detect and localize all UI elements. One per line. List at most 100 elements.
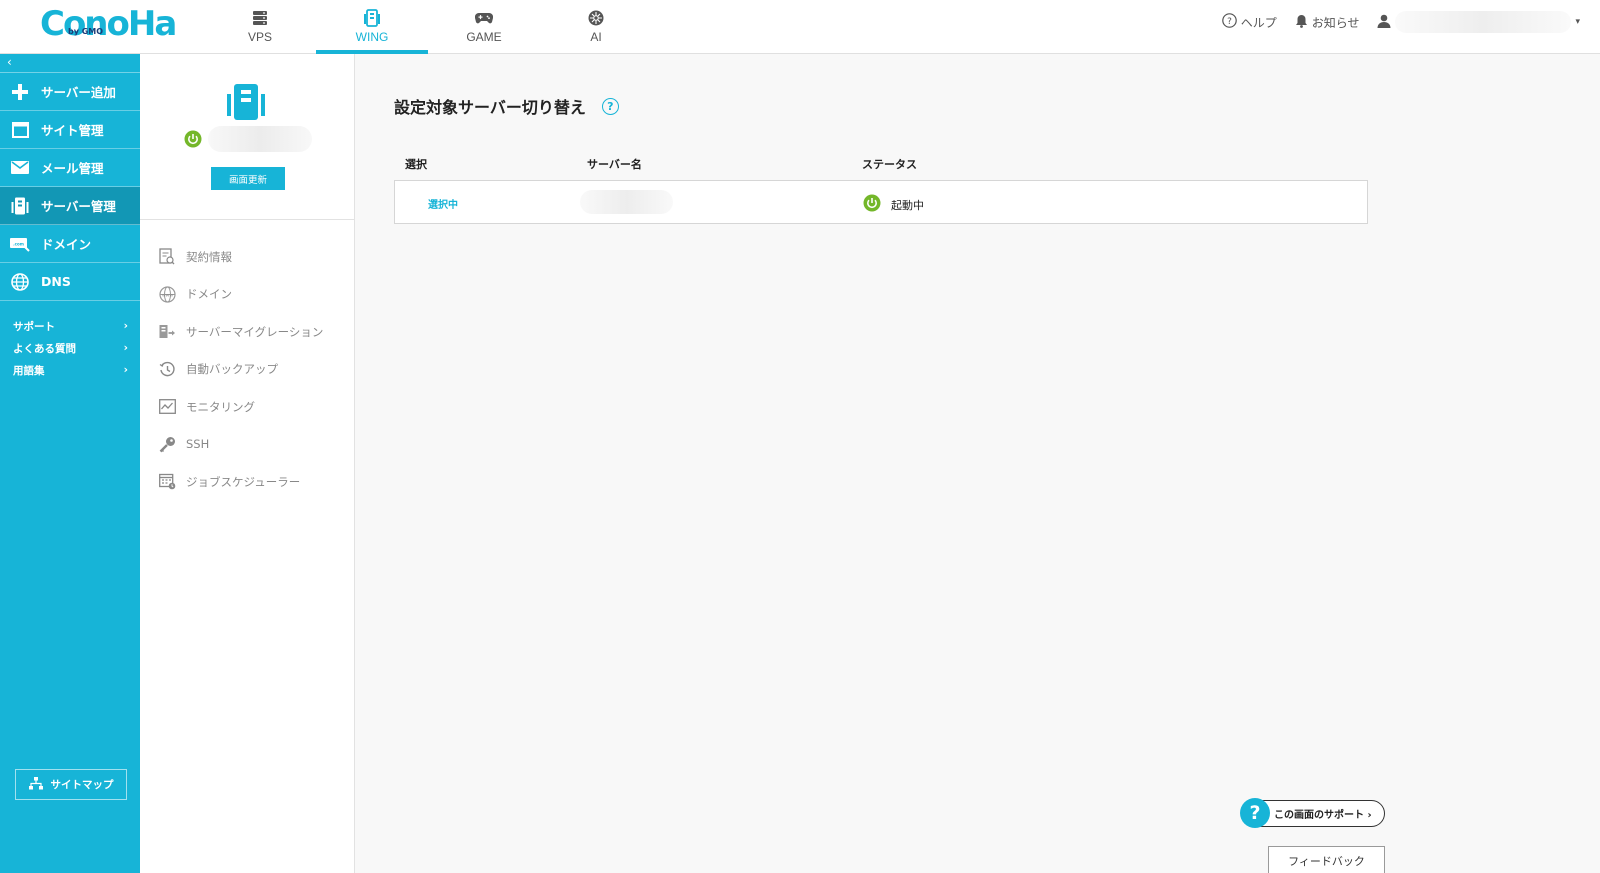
table-header: 選択 サーバー名 ステータス [394, 152, 1368, 174]
server-icon [10, 196, 30, 216]
window-icon [10, 120, 30, 140]
submenu-job-scheduler[interactable]: ジョブスケジューラー [140, 463, 354, 501]
ai-chip-icon [587, 10, 605, 26]
plus-icon [10, 82, 30, 102]
sidebar-link-label: よくある質問 [13, 342, 76, 355]
submenu-label: モニタリング [186, 399, 255, 414]
nav-vps[interactable]: VPS [204, 0, 316, 54]
column-header-server-name: サーバー名 [587, 158, 642, 171]
nav-wing-label: WING [355, 30, 389, 44]
support-question-icon[interactable]: ? [1240, 798, 1270, 828]
sitemap-label: サイトマップ [50, 779, 114, 791]
sidebar-item-dns[interactable]: DNS [0, 263, 140, 301]
sidebar-link-glossary[interactable]: 用語集 › [0, 359, 140, 381]
sitemap-button[interactable]: サイトマップ [15, 769, 127, 800]
page-title: 設定対象サーバー切り替え [394, 98, 586, 117]
submenu-label: ドメイン [186, 287, 232, 302]
nav-game-label: GAME [466, 30, 502, 44]
svg-text:www: www [161, 293, 172, 298]
power-on-icon [184, 130, 202, 152]
www-icon: www [158, 285, 176, 303]
server-stack-icon [251, 10, 269, 26]
sidebar-item-label: サイト管理 [41, 123, 104, 138]
backup-clock-icon [158, 360, 176, 378]
chevron-right-icon: › [123, 320, 128, 332]
monitoring-icon [158, 398, 176, 416]
main-content: 設定対象サーバー切り替え ? 選択 サーバー名 ステータス 選択中 起動中 [356, 54, 1600, 873]
table-row[interactable]: 選択中 起動中 [394, 180, 1368, 224]
sidebar-item-add-server[interactable]: サーバー追加 [0, 73, 140, 111]
main-sidebar: ‹ サーバー追加 サイト管理 メール管理 サーバー管理 .com ドメイン DN… [0, 54, 140, 873]
bell-icon [1295, 14, 1308, 31]
sidebar-item-domain[interactable]: .com ドメイン [0, 225, 140, 263]
wing-server-icon [363, 9, 381, 27]
submenu-label: サーバーマイグレーション [186, 324, 324, 339]
column-header-select: 選択 [405, 158, 427, 171]
help-circle-icon: ? [1221, 13, 1237, 31]
submenu-ssh[interactable]: SSH [140, 426, 354, 464]
globe-icon [10, 272, 30, 292]
sidebar-item-label: サーバー追加 [41, 85, 116, 100]
sitemap-icon [28, 776, 43, 793]
sidebar-item-mail-management[interactable]: メール管理 [0, 149, 140, 187]
power-on-icon [863, 194, 881, 215]
nav-wing[interactable]: WING [316, 0, 428, 54]
submenu-label: 契約情報 [186, 249, 232, 264]
refresh-screen-button[interactable]: 画面更新 [211, 167, 285, 190]
scheduler-icon [158, 473, 176, 491]
top-header: ConoHa by GMO VPS WING GAME AI ? ヘルプ お知ら… [0, 0, 1600, 54]
mail-icon [10, 158, 30, 178]
question-help-icon[interactable]: ? [601, 97, 619, 115]
server-name-redacted [580, 190, 673, 214]
submenu-label: 自動バックアップ [186, 362, 278, 377]
status-text: 起動中 [891, 198, 924, 212]
gamepad-icon [475, 10, 493, 26]
user-name-redacted [1395, 11, 1572, 33]
sidebar-item-label: ドメイン [41, 237, 92, 252]
sidebar-item-server-management[interactable]: サーバー管理 [0, 187, 140, 225]
sidebar-item-label: DNS [41, 274, 71, 289]
selected-link[interactable]: 選択中 [428, 196, 458, 211]
server-submenu: 契約情報 www ドメイン サーバーマイグレーション 自動バックアップ モニタリ… [140, 220, 354, 501]
svg-text:.com: .com [13, 241, 24, 246]
page-header: 設定対象サーバー切り替え ? [394, 94, 619, 118]
notice-link[interactable]: お知らせ [1295, 14, 1360, 31]
server-card: 画面更新 [140, 54, 354, 220]
chevron-right-icon: › [123, 342, 128, 354]
submenu-domain[interactable]: www ドメイン [140, 276, 354, 314]
help-label: ヘルプ [1240, 15, 1277, 30]
nav-game[interactable]: GAME [428, 0, 540, 54]
logo-text: ConoHa [40, 4, 177, 44]
nav-ai[interactable]: AI [540, 0, 652, 54]
sidebar-item-label: サーバー管理 [41, 199, 116, 214]
logo-subtext: by GMO [68, 27, 104, 36]
user-menu[interactable]: ▾ [1377, 11, 1580, 33]
submenu-auto-backup[interactable]: 自動バックアップ [140, 351, 354, 389]
svg-text:?: ? [1227, 17, 1232, 27]
feedback-button[interactable]: フィードバック [1268, 846, 1385, 873]
user-icon [1377, 14, 1391, 31]
screen-support-label: この画面のサポート › [1274, 810, 1372, 821]
status-cell: 起動中 [863, 194, 924, 215]
chevron-down-icon: ▾ [1575, 17, 1580, 27]
submenu-monitoring[interactable]: モニタリング [140, 388, 354, 426]
domain-icon: .com [10, 234, 30, 254]
sidebar-links: サポート › よくある質問 › 用語集 › [0, 301, 140, 381]
sidebar-link-support[interactable]: サポート › [0, 315, 140, 337]
sidebar-link-label: 用語集 [13, 364, 45, 377]
sidebar-item-label: メール管理 [41, 161, 104, 176]
sidebar-link-faq[interactable]: よくある質問 › [0, 337, 140, 359]
help-link[interactable]: ? ヘルプ [1221, 13, 1277, 31]
conoha-logo[interactable]: ConoHa [40, 4, 177, 44]
server-subpanel: 画面更新 契約情報 www ドメイン サーバーマイグレーション 自動バックアップ [140, 54, 355, 873]
collapse-sidebar-button[interactable]: ‹ [0, 54, 140, 73]
migration-icon [158, 323, 176, 341]
notice-label: お知らせ [1311, 15, 1360, 30]
submenu-label: ジョブスケジューラー [186, 474, 301, 489]
submenu-contract-info[interactable]: 契約情報 [140, 238, 354, 276]
submenu-label: SSH [186, 437, 210, 452]
column-header-status: ステータス [862, 158, 917, 171]
contract-icon [158, 248, 176, 266]
submenu-server-migration[interactable]: サーバーマイグレーション [140, 313, 354, 351]
sidebar-item-site-management[interactable]: サイト管理 [0, 111, 140, 149]
